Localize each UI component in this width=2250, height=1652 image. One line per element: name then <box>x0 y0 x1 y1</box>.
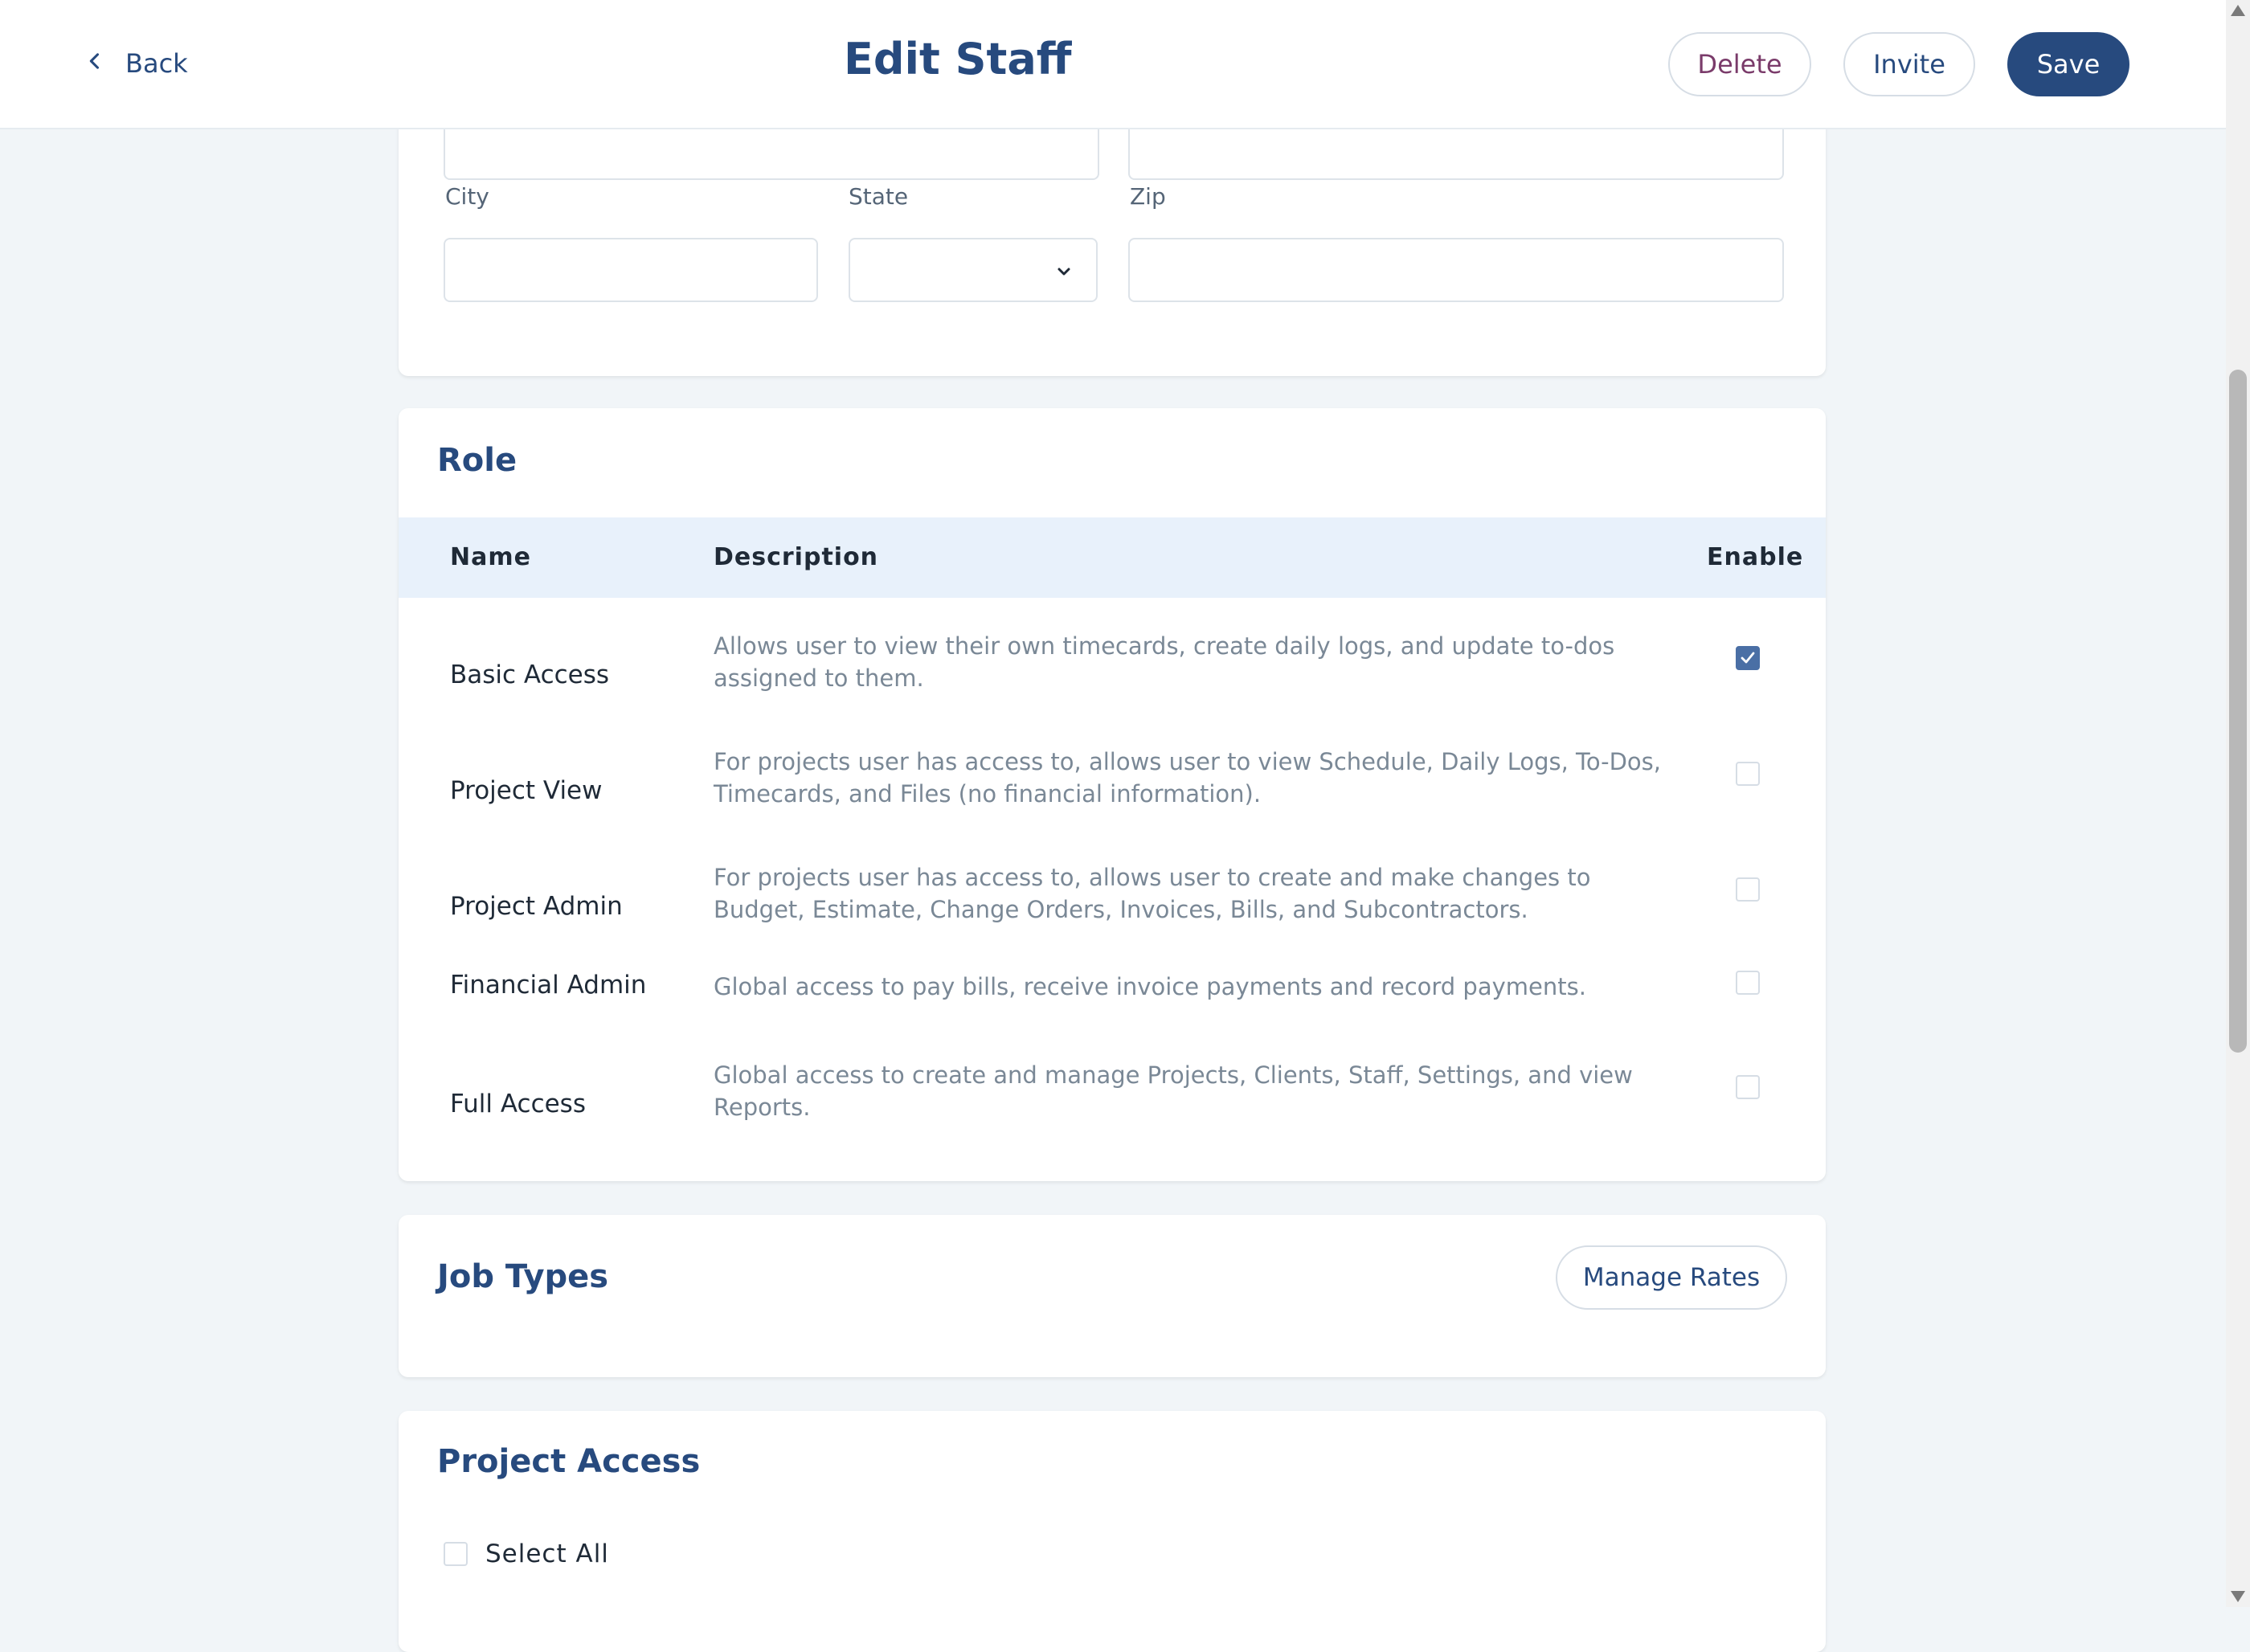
role-card: Role Name Description Enable Basic Acces… <box>399 408 1826 1181</box>
select-all-label: Select All <box>485 1540 609 1568</box>
column-header-enable: Enable <box>1707 543 1804 571</box>
role-name: Financial Admin <box>450 971 647 1000</box>
role-description: For projects user has access to, allows … <box>714 748 1661 808</box>
enable-checkbox-financial-admin[interactable] <box>1736 971 1760 995</box>
chevron-down-icon <box>1058 268 1070 276</box>
job-types-section-title: Job Types <box>437 1258 609 1295</box>
role-name: Project View <box>450 776 603 805</box>
delete-button[interactable]: Delete <box>1668 32 1811 96</box>
enable-checkbox-basic-access[interactable] <box>1736 646 1760 670</box>
column-header-name: Name <box>450 543 531 571</box>
enable-checkbox-project-view[interactable] <box>1736 762 1760 786</box>
table-row: Full Access Global access to create and … <box>399 1059 1826 1147</box>
role-name: Full Access <box>450 1090 586 1118</box>
invite-button[interactable]: Invite <box>1843 32 1975 96</box>
city-label: City <box>445 183 489 210</box>
enable-checkbox-full-access[interactable] <box>1736 1075 1760 1099</box>
state-select[interactable] <box>849 238 1098 302</box>
table-row: Financial Admin Global access to pay bil… <box>399 971 1826 1035</box>
checkmark-icon <box>1741 652 1755 664</box>
select-all-box[interactable] <box>444 1542 468 1566</box>
back-button[interactable]: Back <box>84 45 188 82</box>
page-scrollbar[interactable] <box>2226 0 2250 1607</box>
role-section-title: Role <box>437 442 518 479</box>
project-access-card: Project Access Select All <box>399 1411 1826 1652</box>
save-button[interactable]: Save <box>2007 32 2129 96</box>
top-bar: Back Edit Staff Delete Invite Save <box>0 0 2226 129</box>
back-label: Back <box>125 48 188 79</box>
role-name: Basic Access <box>450 660 610 689</box>
enable-checkbox-project-admin[interactable] <box>1736 877 1760 902</box>
column-header-description: Description <box>714 543 879 571</box>
city-input[interactable] <box>444 238 818 302</box>
job-types-card: Job Types Manage Rates <box>399 1215 1826 1377</box>
state-label: State <box>849 183 909 210</box>
scroll-up-arrow-icon[interactable] <box>2231 5 2245 16</box>
table-row: Project Admin For projects user has acce… <box>399 861 1826 950</box>
zip-input[interactable] <box>1128 238 1784 302</box>
select-all-checkbox[interactable]: Select All <box>444 1540 609 1568</box>
project-access-section-title: Project Access <box>437 1443 701 1480</box>
role-description: Allows user to view their own timecards,… <box>714 632 1615 692</box>
scrollbar-thumb[interactable] <box>2229 370 2247 1053</box>
page-title: Edit Staff <box>844 34 1072 84</box>
role-description: For projects user has access to, allows … <box>714 864 1591 923</box>
role-name: Project Admin <box>450 892 623 921</box>
table-row: Project View For projects user has acces… <box>399 746 1826 834</box>
table-row: Basic Access Allows user to view their o… <box>399 630 1826 718</box>
role-description: Global access to create and manage Proje… <box>714 1061 1633 1121</box>
role-table-header: Name Description Enable <box>399 517 1826 598</box>
scroll-down-arrow-icon[interactable] <box>2231 1591 2245 1602</box>
chevron-left-icon <box>84 48 106 79</box>
role-description: Global access to pay bills, receive invo… <box>714 973 1586 1000</box>
zip-label: Zip <box>1130 183 1166 210</box>
manage-rates-button[interactable]: Manage Rates <box>1556 1245 1787 1310</box>
